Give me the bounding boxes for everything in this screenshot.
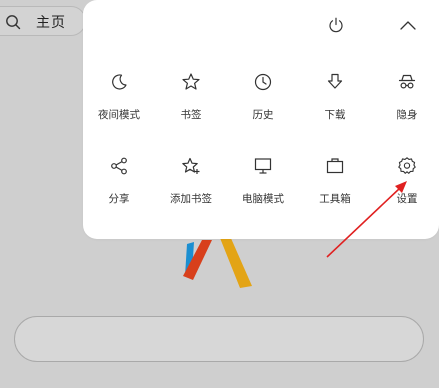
star-add-icon [182,157,200,174]
search-icon [6,15,21,30]
power-icon [329,17,343,33]
menu-item-label: 历史 [252,109,274,121]
menu-item-label: 书签 [180,109,202,121]
menu-header [83,0,439,50]
menu-item-label: 隐身 [396,109,418,121]
bottom-search-bar[interactable] [14,316,424,362]
menu-item-history[interactable]: 历史 [227,72,299,122]
menu-item-bookmarks[interactable]: 书签 [155,72,227,122]
chevron-up-icon [400,21,416,30]
menu-item-label: 分享 [108,193,130,205]
menu-item-add-bookmark[interactable]: 添加书签 [155,156,227,206]
power-button[interactable] [325,14,347,36]
menu-item-label: 夜间模式 [98,109,140,121]
home-label: 主页 [36,15,66,31]
menu-item-settings[interactable]: 设置 [371,156,439,206]
collapse-button[interactable] [397,14,419,36]
menu-item-night-mode[interactable]: 夜间模式 [83,72,155,122]
menu-panel: 夜间模式 书签 历史 下载 隐身 分享 添加书签 电脑模式 工具箱 设置 [83,0,439,239]
menu-item-incognito[interactable]: 隐身 [371,72,439,122]
toolbox-icon [326,158,344,174]
moon-icon [112,74,127,90]
star-icon [182,73,200,90]
menu-item-download[interactable]: 下载 [299,72,371,122]
download-icon [327,73,343,89]
incognito-icon [398,74,416,89]
share-icon [111,157,127,175]
clock-icon [254,73,272,91]
menu-item-share[interactable]: 分享 [83,156,155,206]
menu-item-label: 设置 [396,193,418,205]
menu-item-label: 添加书签 [170,193,212,205]
menu-item-label: 工具箱 [319,193,351,205]
menu-item-desktop-mode[interactable]: 电脑模式 [227,156,299,206]
app-logo [183,236,252,288]
monitor-icon [254,158,272,174]
menu-item-label: 下载 [324,109,346,121]
menu-item-toolbox[interactable]: 工具箱 [299,156,371,206]
menu-item-label: 电脑模式 [242,193,284,205]
home-search-pill[interactable]: 主页 [0,6,86,36]
gear-icon [398,157,416,174]
